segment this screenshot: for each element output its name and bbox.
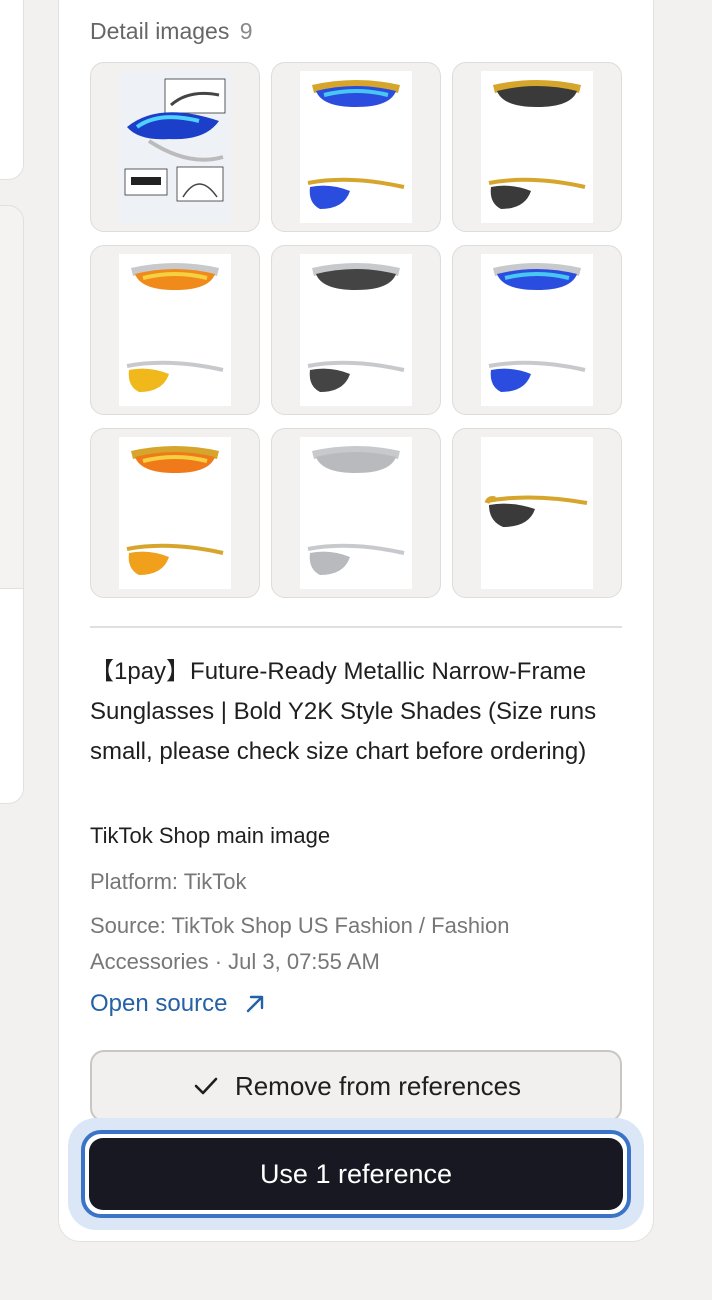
- sunglasses-infographic-image: [119, 71, 231, 223]
- source-label: Source: TikTok Shop US Fashion / Fashion…: [90, 913, 510, 974]
- product-title: 【1pay】Future-Ready Metallic Narrow-Frame…: [90, 658, 597, 765]
- detail-image-thumb[interactable]: [90, 62, 260, 232]
- detail-image-thumb[interactable]: [271, 62, 441, 232]
- detail-image-thumb[interactable]: [271, 245, 441, 415]
- platform-label: Platform: TikTok: [90, 869, 247, 894]
- detail-image-thumb[interactable]: [452, 245, 622, 415]
- open-source-link[interactable]: Open source: [90, 990, 267, 1018]
- detail-image-thumb[interactable]: [90, 428, 260, 598]
- sunglasses-silver-mirror-lens-image: [300, 437, 412, 589]
- sunglasses-gold-blue-lens-image: [300, 71, 412, 223]
- sunglasses-gold-smoke-lens-image: [481, 71, 593, 223]
- use-reference-button-body[interactable]: Use 1 reference: [89, 1138, 623, 1210]
- detail-image-thumb[interactable]: [271, 428, 441, 598]
- sunglasses-silver-fire-lens-image: [119, 254, 231, 406]
- detail-image-thumb[interactable]: [452, 428, 622, 598]
- background-card-middle: [0, 205, 24, 591]
- checkmark-icon: [191, 1071, 221, 1101]
- product-subtitle: TikTok Shop main image: [90, 823, 331, 848]
- open-source-label: Open source: [90, 990, 228, 1017]
- external-link-arrow-icon: [243, 992, 267, 1016]
- sunglasses-gold-fire-lens-image: [119, 437, 231, 589]
- background-card-bottom: [0, 588, 24, 804]
- sunglasses-silver-smoke-lens-image: [300, 254, 412, 406]
- use-reference-button[interactable]: Use 1 reference: [81, 1130, 631, 1218]
- detail-images-grid: [90, 62, 622, 598]
- remove-from-references-button[interactable]: Remove from references: [90, 1050, 622, 1122]
- detail-image-thumb[interactable]: [452, 62, 622, 232]
- detail-images-title: Detail images: [90, 18, 230, 44]
- background-card-top: [0, 0, 24, 180]
- detail-image-thumb[interactable]: [90, 245, 260, 415]
- sunglasses-silver-blue-lens-image: [481, 254, 593, 406]
- use-button-label: Use 1 reference: [259, 1158, 453, 1189]
- detail-images-heading: Detail images 9: [90, 18, 253, 45]
- remove-button-label: Remove from references: [234, 1070, 522, 1101]
- section-divider: [90, 626, 622, 628]
- sunglasses-gold-side-view-image: [481, 437, 593, 589]
- detail-images-count: 9: [239, 18, 253, 44]
